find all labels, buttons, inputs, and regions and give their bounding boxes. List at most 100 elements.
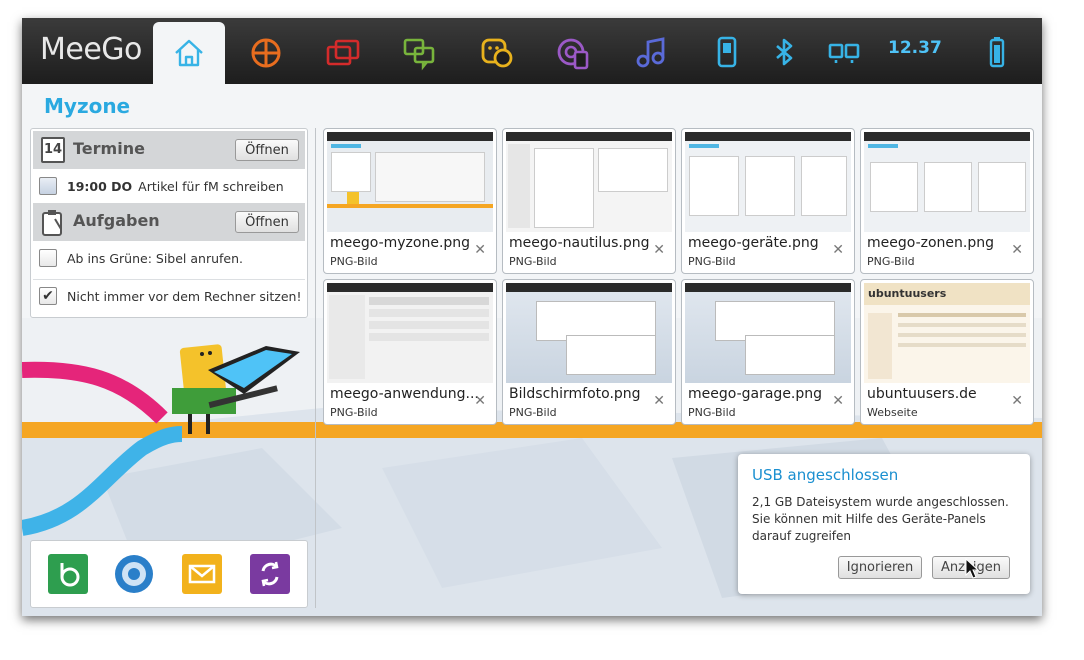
close-icon[interactable]: ✕ bbox=[653, 242, 665, 258]
tab-devices[interactable] bbox=[692, 22, 764, 84]
close-icon[interactable]: ✕ bbox=[653, 393, 665, 409]
tab-media[interactable] bbox=[615, 22, 687, 84]
internet-icon bbox=[557, 38, 589, 70]
task-text: Nicht immer vor dem Rechner sitzen! bbox=[67, 288, 302, 304]
browser-icon[interactable] bbox=[113, 553, 155, 595]
task-item[interactable]: Ab ins Grüne: Sibel anrufen. bbox=[39, 245, 243, 271]
tab-status[interactable] bbox=[384, 22, 456, 84]
appointment-entry[interactable]: 19:00 DO Artikel für fM schreiben bbox=[39, 173, 284, 199]
meego-logo[interactable]: MeeGo bbox=[40, 32, 142, 67]
file-thumbnail: ubuntuusers bbox=[864, 283, 1030, 383]
file-card[interactable]: meego-anwendung... PNG-Bild ✕ bbox=[323, 279, 497, 425]
file-name: Bildschirmfoto.png bbox=[509, 386, 641, 402]
calendar-icon: 14 bbox=[41, 137, 65, 163]
appointments-header: 14 Termine Öffnen bbox=[33, 131, 305, 169]
ignore-button[interactable]: Ignorieren bbox=[838, 556, 922, 579]
page-title: Myzone bbox=[44, 94, 131, 118]
tasks-app-icon[interactable] bbox=[47, 553, 89, 595]
notification-line: Sie können mit Hilfe des Geräte-Panels bbox=[752, 512, 986, 526]
tab-people[interactable] bbox=[461, 22, 533, 84]
mouse-cursor-icon bbox=[965, 558, 979, 579]
panel-divider bbox=[315, 128, 316, 608]
task-text: Ab ins Grüne: Sibel anrufen. bbox=[67, 250, 243, 266]
tab-internet[interactable] bbox=[538, 22, 610, 84]
applications-icon bbox=[326, 39, 360, 66]
clock[interactable]: 12.37 bbox=[888, 38, 942, 58]
tasks-header: Aufgaben Öffnen bbox=[33, 203, 305, 241]
email-icon[interactable] bbox=[181, 553, 223, 595]
file-card[interactable]: meego-myzone.png PNG-Bild ✕ bbox=[323, 128, 497, 274]
file-thumbnail bbox=[864, 132, 1030, 232]
home-icon bbox=[175, 39, 203, 67]
task-item[interactable]: ✔ Nicht immer vor dem Rechner sitzen! bbox=[39, 283, 301, 309]
usb-notification: USB angeschlossen 2,1 GB Dateisystem wur… bbox=[738, 454, 1030, 594]
appointment-time: 19:00 DO bbox=[67, 178, 133, 194]
file-name: meego-nautilus.png bbox=[509, 235, 650, 251]
file-thumbnail bbox=[685, 283, 851, 383]
appointment-color-marker bbox=[39, 177, 57, 195]
clipboard-icon bbox=[42, 210, 62, 236]
file-type: PNG-Bild bbox=[330, 406, 378, 419]
file-card[interactable]: meego-garage.png PNG-Bild ✕ bbox=[681, 279, 855, 425]
device-icon bbox=[717, 36, 737, 68]
appointments-title: Termine bbox=[73, 139, 145, 158]
task-divider bbox=[33, 279, 305, 280]
meego-window: MeeGo 12.37 Myzone 14 Termine Öffnen 19:… bbox=[22, 18, 1042, 616]
file-type: PNG-Bild bbox=[330, 255, 378, 268]
file-name: ubuntuusers.de bbox=[867, 386, 977, 402]
file-thumbnail bbox=[327, 283, 493, 383]
notification-line: 2,1 GB Dateisystem wurde angeschlossen. bbox=[752, 495, 1009, 509]
file-type: Webseite bbox=[867, 406, 918, 419]
file-name: meego-zonen.png bbox=[867, 235, 994, 251]
tasks-open-button[interactable]: Öffnen bbox=[235, 211, 299, 233]
file-type: PNG-Bild bbox=[688, 255, 736, 268]
close-icon[interactable]: ✕ bbox=[474, 242, 486, 258]
file-name: meego-geräte.png bbox=[688, 235, 819, 251]
appointment-text: Artikel für fM schreiben bbox=[138, 178, 284, 194]
file-card[interactable]: meego-geräte.png PNG-Bild ✕ bbox=[681, 128, 855, 274]
close-icon[interactable]: ✕ bbox=[832, 393, 844, 409]
file-thumbnail bbox=[506, 283, 672, 383]
file-thumbnail bbox=[685, 132, 851, 232]
tab-bluetooth[interactable] bbox=[757, 22, 811, 84]
tasks-title: Aufgaben bbox=[73, 211, 160, 230]
close-icon[interactable]: ✕ bbox=[474, 393, 486, 409]
file-thumbnail bbox=[506, 132, 672, 232]
people-icon bbox=[481, 38, 513, 68]
chat-icon bbox=[403, 38, 435, 71]
notification-title: USB angeschlossen bbox=[752, 466, 899, 484]
thumbnail-site-title: ubuntuusers bbox=[868, 287, 947, 300]
close-icon[interactable]: ✕ bbox=[832, 242, 844, 258]
file-card[interactable]: ubuntuusers ubuntuusers.de Webseite ✕ bbox=[860, 279, 1034, 425]
myzone-left-panel: 14 Termine Öffnen 19:00 DO Artikel für f… bbox=[30, 128, 308, 318]
notification-body: 2,1 GB Dateisystem wurde angeschlossen. … bbox=[752, 494, 1022, 545]
zones-icon bbox=[251, 38, 281, 68]
file-type: PNG-Bild bbox=[688, 406, 736, 419]
network-icon bbox=[828, 43, 860, 63]
battery-icon bbox=[989, 37, 1005, 68]
tab-applications[interactable] bbox=[307, 22, 379, 84]
close-icon[interactable]: ✕ bbox=[1011, 242, 1023, 258]
tab-myzone[interactable] bbox=[153, 22, 225, 84]
file-name: meego-garage.png bbox=[688, 386, 823, 402]
file-thumbnail bbox=[327, 132, 493, 232]
file-name: meego-anwendung... bbox=[330, 386, 479, 402]
app-dock bbox=[30, 540, 308, 608]
file-type: PNG-Bild bbox=[867, 255, 915, 268]
file-card[interactable]: meego-nautilus.png PNG-Bild ✕ bbox=[502, 128, 676, 274]
file-card[interactable]: Bildschirmfoto.png PNG-Bild ✕ bbox=[502, 279, 676, 425]
tab-battery[interactable] bbox=[972, 22, 1022, 84]
sync-icon[interactable] bbox=[249, 553, 291, 595]
file-type: PNG-Bild bbox=[509, 255, 557, 268]
task-checkbox-checked[interactable]: ✔ bbox=[39, 287, 57, 305]
tab-network[interactable] bbox=[817, 22, 871, 84]
appointments-open-button[interactable]: Öffnen bbox=[235, 139, 299, 161]
file-card[interactable]: meego-zonen.png PNG-Bild ✕ bbox=[860, 128, 1034, 274]
task-checkbox[interactable] bbox=[39, 249, 57, 267]
bluetooth-icon bbox=[776, 38, 793, 66]
file-name: meego-myzone.png bbox=[330, 235, 471, 251]
notification-line: darauf zugreifen bbox=[752, 529, 852, 543]
file-type: PNG-Bild bbox=[509, 406, 557, 419]
close-icon[interactable]: ✕ bbox=[1011, 393, 1023, 409]
tab-zones[interactable] bbox=[230, 22, 302, 84]
